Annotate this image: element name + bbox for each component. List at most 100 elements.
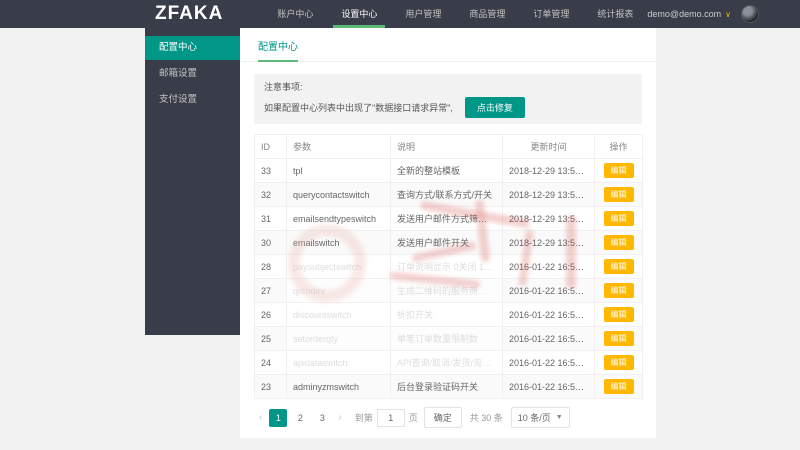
jump-to-label: 到第 — [355, 411, 373, 424]
cell-desc: 订单说明显示 0关闭 1打... — [391, 255, 503, 279]
col-header-updated: 更新时间 — [503, 135, 595, 159]
cell-id: 23 — [255, 375, 287, 399]
notice-box: 注意事项: 如果配置中心列表中出现了"数据接口请求异常", 点击修复 — [254, 74, 642, 124]
cell-desc: API查询/取消/发货/淘宝pingtai... — [391, 351, 503, 375]
page-button-1[interactable]: 1 — [269, 409, 287, 427]
cell-param: adminyzmswitch — [287, 375, 391, 399]
cell-updated: 2016-01-22 16:51:14 — [503, 255, 595, 279]
cell-id: 32 — [255, 183, 287, 207]
config-table: ID 参数 说明 更新时间 操作 33 tpl 全新的整站模板 2018-12-… — [254, 134, 643, 399]
cell-param: emailswitch — [287, 231, 391, 255]
fix-button[interactable]: 点击修复 — [465, 97, 525, 118]
edit-button[interactable]: 编辑 — [604, 259, 634, 274]
edit-button[interactable]: 编辑 — [604, 163, 634, 178]
edit-button[interactable]: 编辑 — [604, 187, 634, 202]
cell-id: 25 — [255, 327, 287, 351]
nav-item-user-management[interactable]: 用户管理 — [391, 0, 455, 28]
tab-config-center[interactable]: 配置中心 — [258, 38, 298, 62]
cell-id: 30 — [255, 231, 287, 255]
table-row: 32 querycontactswitch 查询方式/联系方式/开关 2018-… — [255, 183, 643, 207]
cell-desc: 发送用户邮件开关 — [391, 231, 503, 255]
cell-updated: 2016-01-22 16:51:14 — [503, 279, 595, 303]
user-menu[interactable]: demo@demo.com ∨ — [647, 5, 759, 23]
total-count: 共 30 条 — [470, 411, 503, 424]
cell-updated: 2018-12-29 13:59:46 — [503, 183, 595, 207]
cell-updated: 2016-01-22 16:51:14 — [503, 375, 595, 399]
table-row: 23 adminyzmswitch 后台登录验证码开关 2016-01-22 1… — [255, 375, 643, 399]
table-row: 26 discountswitch 折扣开关 2016-01-22 16:51:… — [255, 303, 643, 327]
pagination: ‹ 1 2 3 › 到第 页 确定 共 30 条 10 条/页 ▼ — [254, 407, 642, 428]
edit-button[interactable]: 编辑 — [604, 283, 634, 298]
cell-desc: 折扣开关 — [391, 303, 503, 327]
cell-updated: 2016-01-22 16:51:14 — [503, 303, 595, 327]
edit-button[interactable]: 编辑 — [604, 307, 634, 322]
col-header-param: 参数 — [287, 135, 391, 159]
page-button-2[interactable]: 2 — [291, 409, 309, 427]
cell-id: 28 — [255, 255, 287, 279]
cell-id: 24 — [255, 351, 287, 375]
table-row: 25 setorderqty 单笔订单数量限制数 2016-01-22 16:5… — [255, 327, 643, 351]
edit-button[interactable]: 编辑 — [604, 235, 634, 250]
cell-desc: 生成二维码的服务商选 择 — [391, 279, 503, 303]
cell-id: 26 — [255, 303, 287, 327]
cell-updated: 2018-12-29 13:59:46 — [503, 231, 595, 255]
cell-updated: 2018-12-29 13:59:46 — [503, 159, 595, 183]
cell-desc: 单笔订单数量限制数 — [391, 327, 503, 351]
app-logo: ZFAKA — [155, 0, 223, 28]
cell-param: apidataswitch — [287, 351, 391, 375]
per-page-value: 10 条/页 — [518, 411, 551, 424]
table-row: 28 paysubjectswitch 订单说明显示 0关闭 1打... 201… — [255, 255, 643, 279]
top-navbar: ZFAKA 账户中心 设置中心 用户管理 商品管理 订单管理 统计报表 demo… — [0, 0, 800, 28]
sidebar-item-config-center[interactable]: 配置中心 — [145, 36, 240, 60]
cell-desc: 查询方式/联系方式/开关 — [391, 183, 503, 207]
user-email[interactable]: demo@demo.com — [647, 9, 721, 19]
sidebar-item-email-settings[interactable]: 邮箱设置 — [145, 62, 240, 86]
cell-updated: 2018-12-29 13:59:46 — [503, 207, 595, 231]
notice-title: 注意事项: — [264, 80, 632, 93]
cell-desc: 后台登录验证码开关 — [391, 375, 503, 399]
nav-item-product-management[interactable]: 商品管理 — [455, 0, 519, 28]
nav-item-settings-center[interactable]: 设置中心 — [327, 0, 391, 28]
cell-param: tpl — [287, 159, 391, 183]
chevron-down-icon: ▼ — [556, 414, 563, 421]
tab-bar: 配置中心 — [240, 28, 656, 62]
content-card: 配置中心 注意事项: 如果配置中心列表中出现了"数据接口请求异常", 点击修复 … — [240, 28, 656, 438]
nav-item-account-center[interactable]: 账户中心 — [263, 0, 327, 28]
cell-updated: 2016-01-22 16:51:14 — [503, 327, 595, 351]
nav-item-order-management[interactable]: 订单管理 — [519, 0, 583, 28]
cell-desc: 发送用户邮件方式筛选开关 — [391, 207, 503, 231]
cell-param: setorderqty — [287, 327, 391, 351]
cell-param: paysubjectswitch — [287, 255, 391, 279]
nav-item-statistics-report[interactable]: 统计报表 — [583, 0, 647, 28]
per-page-select[interactable]: 10 条/页 ▼ — [511, 407, 570, 428]
table-row: 31 emailsendtypeswitch 发送用户邮件方式筛选开关 2018… — [255, 207, 643, 231]
cell-id: 31 — [255, 207, 287, 231]
table-row: 33 tpl 全新的整站模板 2018-12-29 13:59:46 编辑 — [255, 159, 643, 183]
confirm-button[interactable]: 确定 — [424, 407, 462, 428]
sidebar-item-payment-settings[interactable]: 支付设置 — [145, 88, 240, 112]
cell-param: emailsendtypeswitch — [287, 207, 391, 231]
prev-page-icon[interactable]: ‹ — [254, 412, 267, 423]
cell-param: querycontactswitch — [287, 183, 391, 207]
cell-id: 33 — [255, 159, 287, 183]
cell-param: qrcodev — [287, 279, 391, 303]
avatar[interactable] — [741, 5, 759, 23]
main-nav: 账户中心 设置中心 用户管理 商品管理 订单管理 统计报表 — [263, 0, 647, 28]
table-row: 24 apidataswitch API查询/取消/发货/淘宝pingtai..… — [255, 351, 643, 375]
jump-page-suffix: 页 — [409, 411, 418, 424]
next-page-icon[interactable]: › — [333, 412, 346, 423]
edit-button[interactable]: 编辑 — [604, 355, 634, 370]
edit-button[interactable]: 编辑 — [604, 379, 634, 394]
jump-page-input[interactable] — [377, 409, 405, 427]
col-header-id: ID — [255, 135, 287, 159]
edit-button[interactable]: 编辑 — [604, 211, 634, 226]
col-header-op: 操作 — [595, 135, 643, 159]
page-button-3[interactable]: 3 — [313, 409, 331, 427]
cell-desc: 全新的整站模板 — [391, 159, 503, 183]
edit-button[interactable]: 编辑 — [604, 331, 634, 346]
table-row: 30 emailswitch 发送用户邮件开关 2018-12-29 13:59… — [255, 231, 643, 255]
table-header-row: ID 参数 说明 更新时间 操作 — [255, 135, 643, 159]
cell-param: discountswitch — [287, 303, 391, 327]
col-header-desc: 说明 — [391, 135, 503, 159]
cell-updated: 2016-01-22 16:51:14 — [503, 351, 595, 375]
